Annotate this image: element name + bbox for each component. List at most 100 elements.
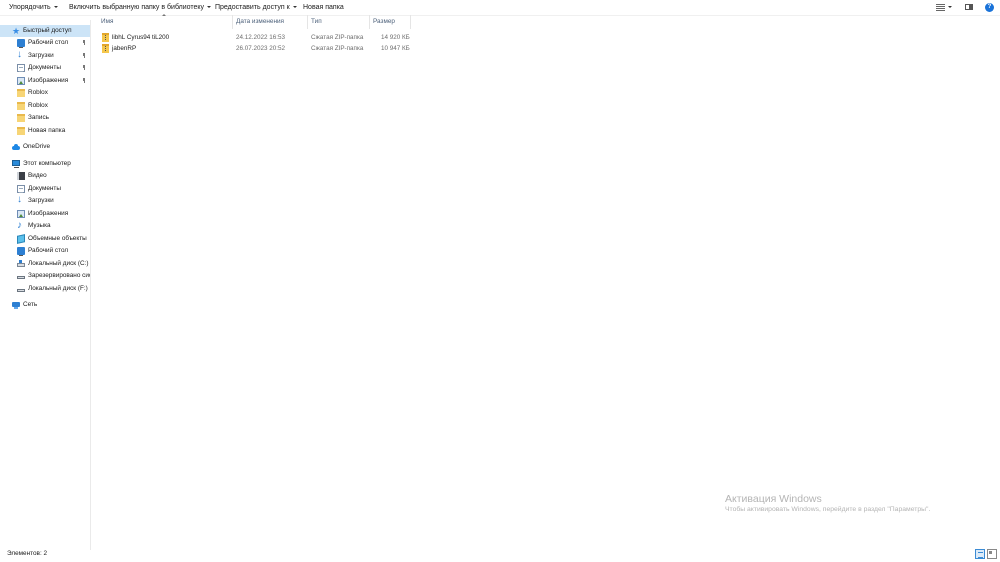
nav-item-recording[interactable]: Запись — [0, 112, 90, 124]
folder-icon — [17, 127, 25, 135]
nav-label: Рабочий стол — [28, 247, 69, 254]
organize-label: Упорядочить — [9, 4, 51, 11]
change-view-button[interactable] — [936, 2, 956, 13]
computer-icon — [12, 160, 20, 168]
help-button[interactable]: ? — [985, 3, 994, 12]
help-icon: ? — [987, 4, 992, 10]
file-row[interactable]: libhL Cyrus94 tiL200 24.12.2022 16:53 Сж… — [99, 32, 411, 43]
file-date: 24.12.2022 16:53 — [236, 34, 286, 41]
nav-label: Этот компьютер — [23, 160, 71, 167]
column-header-type[interactable]: Тип — [309, 15, 370, 29]
activation-watermark-subtitle: Чтобы активировать Windows, перейдите в … — [725, 506, 931, 513]
include-library-label: Включить выбранную папку в библиотеку — [69, 4, 205, 11]
nav-item-pc-downloads[interactable]: Загрузки — [0, 195, 90, 207]
3d-objects-icon — [17, 234, 25, 244]
pictures-icon — [17, 77, 25, 85]
new-folder-button[interactable]: Новая папка — [303, 3, 344, 13]
nav-item-documents[interactable]: Документы — [0, 62, 90, 74]
column-type-label: Тип — [311, 18, 322, 25]
nav-item-downloads[interactable]: Загрузки — [0, 50, 90, 62]
nav-item-music[interactable]: Музыка — [0, 220, 90, 232]
nav-label: Зарезервировано сис — [28, 272, 90, 279]
downloads-icon — [17, 50, 25, 61]
nav-item-3d-objects[interactable]: Объемные объекты — [0, 233, 90, 245]
organize-button[interactable]: Упорядочить — [9, 3, 58, 13]
desktop-icon — [17, 39, 25, 48]
column-size-label: Размер — [373, 18, 395, 25]
column-header-size[interactable]: Размер — [371, 15, 411, 29]
nav-network[interactable]: Сеть — [0, 299, 90, 311]
nav-item-desktop[interactable]: Рабочий стол — [0, 37, 90, 49]
column-name-label: Имя — [101, 18, 114, 25]
nav-this-pc[interactable]: Этот компьютер — [0, 158, 90, 170]
drive-icon — [17, 276, 25, 279]
view-list-icon — [936, 4, 945, 11]
preview-pane-icon — [969, 5, 972, 9]
folder-icon — [17, 89, 25, 97]
chevron-down-icon — [53, 6, 58, 9]
chevron-down-icon — [292, 6, 297, 9]
nav-label: Roblox — [28, 89, 48, 96]
folder-icon — [17, 114, 25, 122]
sort-ascending-icon — [162, 14, 166, 16]
nav-item-new-folder[interactable]: Новая папка — [0, 125, 90, 137]
nav-onedrive[interactable]: OneDrive — [0, 141, 90, 153]
star-icon — [12, 25, 20, 37]
nav-item-drive-f[interactable]: Локальный диск (F:) — [0, 283, 90, 295]
chevron-down-icon — [948, 6, 952, 8]
nav-item-roblox-2[interactable]: Roblox — [0, 100, 90, 112]
pin-icon — [82, 53, 86, 58]
drive-c-icon — [17, 260, 25, 267]
large-icons-view-button[interactable] — [987, 549, 997, 559]
command-bar: Упорядочить Включить выбранную папку в б… — [0, 0, 1000, 16]
nav-quick-access[interactable]: Быстрый доступ — [0, 25, 90, 37]
include-in-library-button[interactable]: Включить выбранную папку в библиотеку — [69, 3, 212, 13]
new-folder-label: Новая папка — [303, 4, 344, 11]
documents-icon — [17, 185, 25, 193]
nav-label: Видео — [28, 172, 47, 179]
nav-item-reserved-drive[interactable]: Зарезервировано сис — [0, 270, 90, 282]
file-row[interactable]: jabenRP 26.07.2023 20:52 Сжатая ZIP-папк… — [99, 43, 411, 54]
onedrive-cloud-icon — [12, 143, 20, 151]
folder-icon — [17, 102, 25, 110]
pin-icon — [82, 40, 86, 45]
nav-label: Загрузки — [28, 52, 54, 59]
pin-icon — [82, 65, 86, 70]
pictures-icon — [17, 210, 25, 218]
nav-label: Новая папка — [28, 127, 66, 134]
nav-label: Изображения — [28, 210, 69, 217]
file-type: Сжатая ZIP-папка — [311, 45, 364, 52]
nav-label: Локальный диск (C:) — [28, 260, 89, 267]
nav-label: OneDrive — [23, 143, 50, 150]
network-icon — [12, 302, 20, 309]
nav-item-pc-pictures[interactable]: Изображения — [0, 208, 90, 220]
music-icon — [17, 220, 25, 232]
file-type: Сжатая ZIP-папка — [311, 34, 364, 41]
nav-item-roblox[interactable]: Roblox — [0, 87, 90, 99]
nav-label: Сеть — [23, 301, 38, 308]
column-header-name[interactable]: Имя — [99, 15, 233, 29]
zip-folder-icon — [102, 33, 109, 42]
file-name: libhL Cyrus94 tiL200 — [112, 34, 170, 41]
navigation-pane: Быстрый доступ Рабочий стол Загрузки Док… — [0, 20, 91, 550]
file-size: 14 920 КБ — [381, 34, 410, 41]
nav-item-videos[interactable]: Видео — [0, 170, 90, 182]
nav-label: Рабочий стол — [28, 39, 69, 46]
file-date: 26.07.2023 20:52 — [236, 45, 286, 52]
details-view-button[interactable] — [975, 549, 985, 559]
nav-label: Быстрый доступ — [23, 27, 72, 34]
item-count: Элементов: 2 — [7, 550, 48, 557]
column-date-label: Дата изменения — [236, 18, 285, 25]
column-header-date[interactable]: Дата изменения — [234, 15, 308, 29]
nav-item-pc-desktop[interactable]: Рабочий стол — [0, 245, 90, 257]
nav-item-drive-c[interactable]: Локальный диск (C:) — [0, 258, 90, 270]
nav-label: Документы — [28, 185, 61, 192]
share-with-button[interactable]: Предоставить доступ к — [215, 3, 297, 13]
chevron-down-icon — [207, 6, 212, 9]
nav-label: Документы — [28, 64, 61, 71]
nav-item-pc-documents[interactable]: Документы — [0, 183, 90, 195]
file-size: 10 947 КБ — [381, 45, 410, 52]
preview-pane-button[interactable] — [965, 4, 973, 10]
pin-icon — [82, 78, 86, 83]
nav-item-pictures[interactable]: Изображения — [0, 75, 90, 87]
